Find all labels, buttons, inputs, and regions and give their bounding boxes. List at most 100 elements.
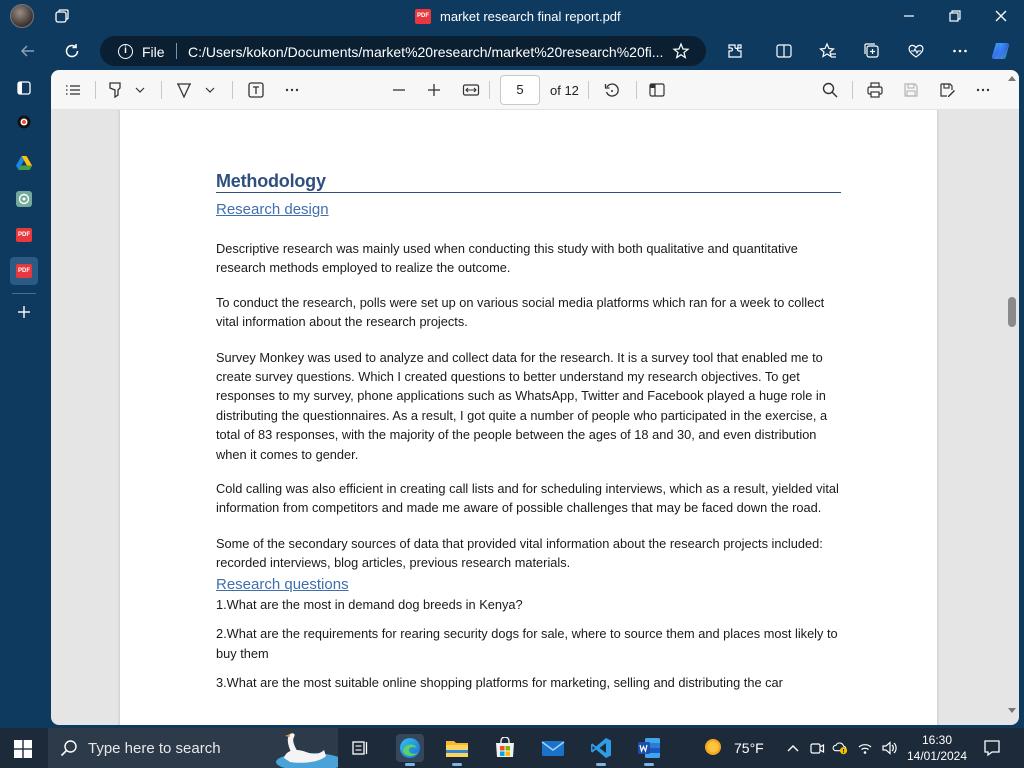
save-icon[interactable] bbox=[902, 81, 920, 99]
more-options-icon[interactable] bbox=[951, 42, 969, 60]
draw-icon[interactable] bbox=[175, 81, 193, 99]
weather-widget[interactable] bbox=[702, 736, 728, 765]
paragraph: Some of the secondary sources of data th… bbox=[216, 535, 823, 571]
more-actions-icon[interactable] bbox=[974, 81, 992, 99]
fit-width-icon[interactable] bbox=[462, 81, 480, 99]
back-icon[interactable] bbox=[19, 42, 37, 60]
highlight-icon[interactable] bbox=[106, 81, 124, 99]
sidebar-item-chatgpt[interactable] bbox=[10, 185, 38, 213]
toolbar-divider bbox=[636, 81, 637, 99]
workspaces-icon[interactable] bbox=[54, 8, 70, 24]
windows-start-icon[interactable] bbox=[14, 740, 32, 758]
page-view-icon[interactable] bbox=[648, 81, 666, 99]
refresh-icon[interactable] bbox=[63, 42, 81, 60]
save-as-icon[interactable] bbox=[938, 81, 956, 99]
tab-actions-icon bbox=[17, 81, 31, 95]
page-number-input[interactable]: 5 bbox=[500, 75, 540, 105]
onedrive-warning-icon[interactable]: ! bbox=[832, 740, 848, 756]
sidebar-item-pdf-active[interactable]: PDF bbox=[10, 257, 38, 285]
chevron-down-icon[interactable] bbox=[204, 81, 216, 99]
mail-icon bbox=[541, 741, 565, 756]
show-hidden-icons-icon[interactable] bbox=[785, 740, 801, 756]
zoom-in-icon[interactable] bbox=[425, 81, 443, 99]
sidebar-add-button[interactable] bbox=[10, 298, 38, 326]
clock-date: 14/01/2024 bbox=[906, 749, 968, 763]
favorites-icon[interactable] bbox=[819, 42, 837, 60]
profile-avatar[interactable] bbox=[10, 4, 34, 28]
weather-sun-icon bbox=[705, 739, 721, 755]
running-indicator bbox=[644, 763, 654, 766]
taskbar-app-store[interactable] bbox=[491, 734, 519, 762]
question-item: 1.What are the most in demand dog breeds… bbox=[216, 596, 523, 612]
browser-essentials-icon[interactable] bbox=[907, 42, 925, 60]
taskbar-app-vscode[interactable] bbox=[587, 734, 615, 766]
google-drive-icon bbox=[16, 156, 32, 170]
restore-icon[interactable] bbox=[947, 8, 963, 24]
copilot-icon[interactable] bbox=[990, 40, 1012, 62]
extensions-icon[interactable] bbox=[726, 42, 744, 60]
table-of-contents-icon[interactable] bbox=[64, 81, 82, 99]
add-text-icon[interactable] bbox=[247, 81, 265, 99]
search-placeholder: Type here to search bbox=[88, 740, 221, 757]
minimize-icon[interactable] bbox=[901, 8, 917, 24]
rotate-icon[interactable] bbox=[603, 81, 621, 99]
notifications-icon[interactable] bbox=[983, 739, 1001, 757]
toolbar-divider bbox=[588, 81, 589, 99]
search-icon bbox=[60, 740, 77, 757]
edge-icon bbox=[400, 738, 420, 758]
favorite-star-icon[interactable] bbox=[672, 42, 690, 60]
pdf-page: Methodology Research design Descriptive … bbox=[120, 110, 937, 725]
pdf-file-icon: PDF bbox=[415, 9, 431, 24]
address-bar-row: i File C:/Users/kokon/Documents/market%2… bbox=[0, 33, 1024, 69]
print-icon[interactable] bbox=[866, 81, 884, 99]
taskbar-app-explorer[interactable] bbox=[443, 734, 471, 766]
chevron-down-icon[interactable] bbox=[134, 81, 146, 99]
taskbar: Type here to search 75°F ! 16:30 14/01/2… bbox=[0, 728, 1024, 768]
collections-icon[interactable] bbox=[863, 42, 881, 60]
paragraph: To conduct the research, polls were set … bbox=[216, 294, 825, 330]
more-tools-icon[interactable] bbox=[283, 81, 301, 99]
sidebar-tab-actions[interactable] bbox=[10, 74, 38, 102]
running-indicator bbox=[452, 763, 462, 766]
plus-icon bbox=[18, 306, 30, 318]
app-icon bbox=[17, 115, 31, 129]
file-explorer-icon bbox=[446, 741, 468, 757]
window-title: market research final report.pdf bbox=[440, 9, 621, 24]
weather-temperature[interactable]: 75°F bbox=[734, 740, 764, 756]
sidebar-item-pdf[interactable]: PDF bbox=[10, 221, 38, 249]
zoom-out-icon[interactable] bbox=[390, 81, 408, 99]
url-text[interactable]: C:/Users/kokon/Documents/market%20resear… bbox=[188, 44, 663, 60]
toolbar-divider bbox=[852, 81, 853, 99]
search-icon[interactable] bbox=[821, 81, 839, 99]
svg-text:!: ! bbox=[842, 749, 844, 755]
task-view-button[interactable] bbox=[346, 734, 374, 762]
chatgpt-icon bbox=[16, 191, 32, 207]
wifi-icon[interactable] bbox=[857, 740, 873, 756]
taskbar-app-mail[interactable] bbox=[539, 734, 567, 762]
scrollbar-thumb[interactable] bbox=[1008, 297, 1016, 327]
info-icon[interactable]: i bbox=[118, 44, 133, 59]
split-screen-icon[interactable] bbox=[775, 42, 793, 60]
question-item: 3.What are the most suitable online shop… bbox=[216, 674, 783, 690]
pdf-icon: PDF bbox=[16, 228, 32, 242]
title-bar: PDF market research final report.pdf bbox=[0, 0, 1024, 33]
scroll-down-arrow-icon[interactable] bbox=[1007, 707, 1017, 715]
volume-icon[interactable] bbox=[881, 740, 897, 756]
question-item: 2.What are the requirements for rearing … bbox=[216, 626, 838, 661]
pdf-viewport[interactable]: Methodology Research design Descriptive … bbox=[51, 110, 1019, 725]
taskbar-app-edge[interactable] bbox=[396, 734, 424, 766]
address-bar[interactable]: i File C:/Users/kokon/Documents/market%2… bbox=[100, 36, 706, 66]
sidebar-item-drive[interactable] bbox=[10, 149, 38, 177]
page-count: of 12 bbox=[550, 83, 579, 98]
divider bbox=[176, 43, 177, 59]
system-clock[interactable]: 16:30 14/01/2024 bbox=[904, 732, 970, 764]
sidebar-item-app[interactable] bbox=[10, 108, 38, 136]
scroll-up-arrow-icon[interactable] bbox=[1007, 74, 1017, 82]
taskbar-search[interactable]: Type here to search bbox=[48, 728, 338, 768]
meet-now-icon[interactable] bbox=[809, 740, 825, 756]
paragraph: Cold calling was also efficient in creat… bbox=[216, 481, 839, 516]
section-heading: Methodology bbox=[216, 170, 841, 193]
close-icon[interactable] bbox=[993, 8, 1009, 24]
task-view-icon bbox=[352, 741, 368, 755]
taskbar-app-word[interactable] bbox=[635, 734, 663, 766]
